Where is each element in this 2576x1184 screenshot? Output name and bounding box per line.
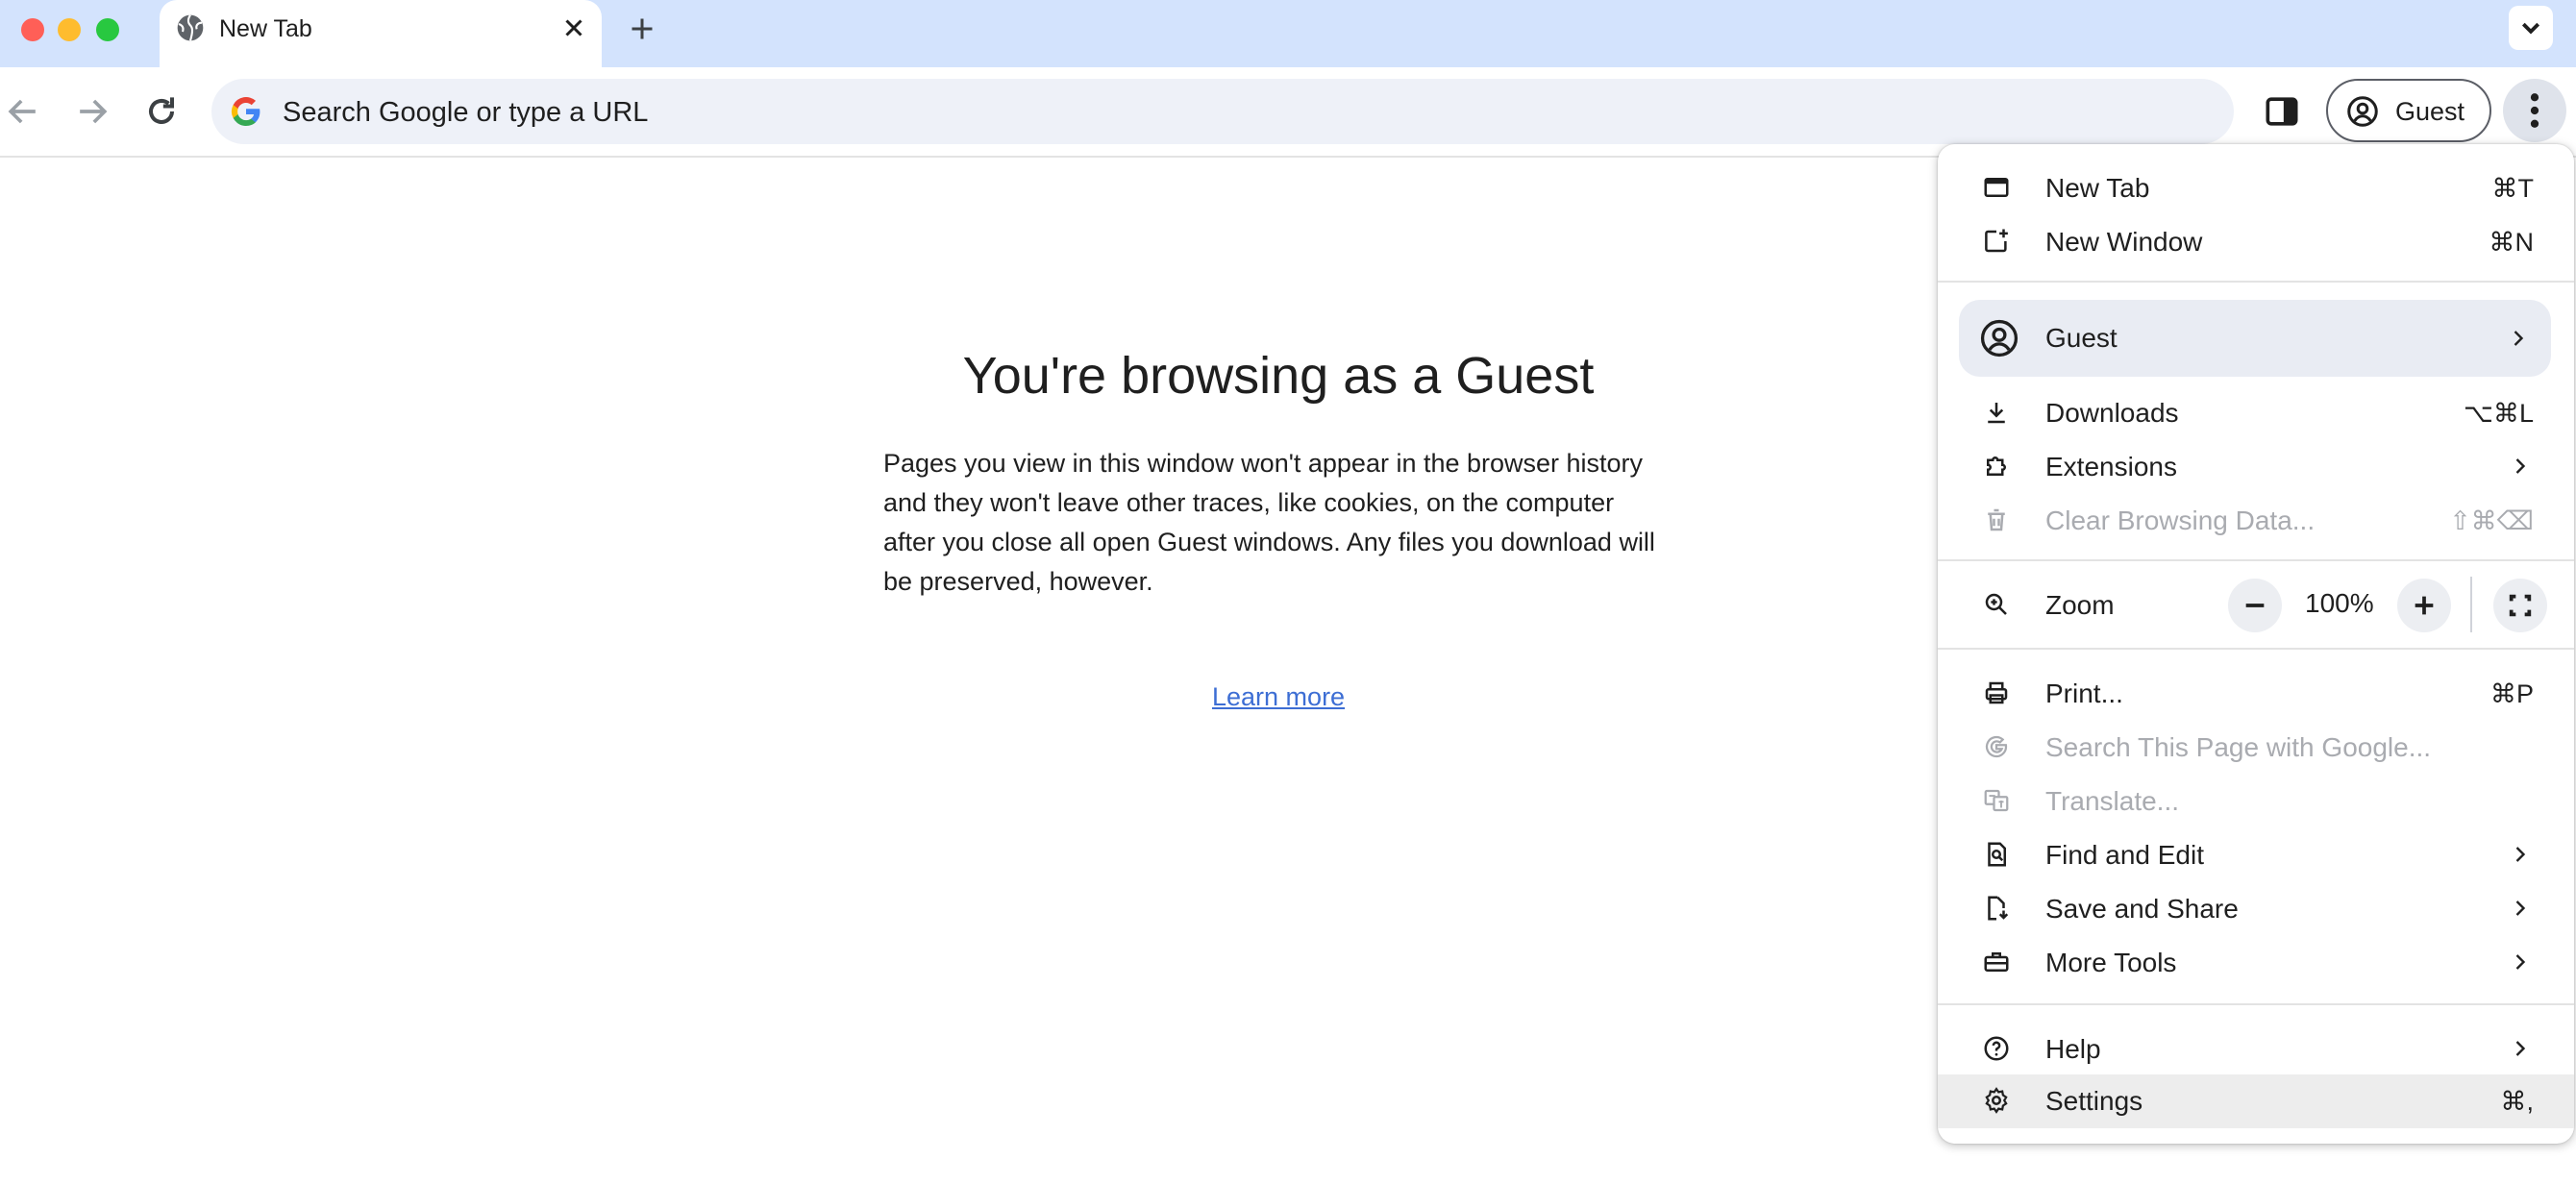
- zoom-in-button[interactable]: [2397, 579, 2451, 632]
- chevron-right-icon: [2507, 1035, 2534, 1062]
- plus-icon: [2415, 596, 2434, 615]
- chevron-right-icon: [2505, 325, 2532, 352]
- zoom-icon: [1982, 590, 2011, 619]
- tab-strip: New Tab: [0, 0, 2576, 67]
- menu-item-label: Find and Edit: [2045, 840, 2204, 870]
- find-page-icon: [1982, 840, 2011, 869]
- fullscreen-icon: [2509, 594, 2532, 617]
- zoom-level: 100%: [2305, 588, 2374, 618]
- menu-item-shortcut: ⌘,: [2500, 1087, 2534, 1116]
- menu-item-find-and-edit[interactable]: Find and Edit: [1938, 828, 2574, 880]
- menu-item-clear-browsing-data[interactable]: Clear Browsing Data... ⇧⌘⌫: [1938, 494, 2574, 546]
- menu-item-label: New Window: [2045, 227, 2203, 257]
- google-g-icon: [229, 94, 263, 129]
- toolbox-icon: [1982, 948, 2011, 976]
- menu-item-search-page-google[interactable]: Search This Page with Google...: [1938, 721, 2574, 773]
- menu-item-shortcut: ⌘N: [2489, 228, 2535, 257]
- profile-icon: [2345, 94, 2380, 129]
- window-minimize-button[interactable]: [58, 18, 81, 41]
- new-tab-plus-icon[interactable]: [625, 12, 659, 46]
- chevron-right-icon: [2507, 949, 2534, 975]
- side-panel-icon[interactable]: [2261, 90, 2303, 133]
- menu-separator: [1938, 281, 2574, 283]
- tab-title: New Tab: [219, 15, 312, 42]
- chrome-main-menu: New Tab ⌘T New Window ⌘N Guest Downloads…: [1938, 144, 2574, 1144]
- zoom-out-button[interactable]: [2228, 579, 2282, 632]
- profile-icon: [1978, 317, 2020, 359]
- trash-icon: [1982, 506, 2011, 534]
- menu-item-shortcut: ⇧⌘⌫: [2449, 506, 2534, 535]
- translate-icon: [1982, 786, 2011, 815]
- menu-item-label: Save and Share: [2045, 894, 2239, 924]
- menu-item-label: Zoom: [2045, 590, 2115, 620]
- menu-item-label: Search This Page with Google...: [2045, 732, 2432, 762]
- menu-item-zoom: Zoom 100%: [1938, 573, 2574, 638]
- menu-item-settings[interactable]: Settings ⌘,: [1938, 1074, 2574, 1128]
- more-menu-button[interactable]: [2503, 79, 2566, 142]
- globe-icon: [175, 12, 206, 43]
- menu-item-label: Translate...: [2045, 786, 2180, 816]
- tab-search-chevron-icon[interactable]: [2509, 6, 2553, 50]
- profile-button[interactable]: Guest: [2326, 79, 2491, 142]
- menu-item-shortcut: ⌘P: [2489, 679, 2534, 708]
- help-icon: [1982, 1034, 2011, 1063]
- chevron-right-icon: [2507, 453, 2534, 480]
- fullscreen-button[interactable]: [2493, 579, 2547, 632]
- back-arrow-icon[interactable]: [2, 90, 44, 133]
- tab-new-tab[interactable]: New Tab: [160, 0, 602, 67]
- chevron-right-icon: [2507, 841, 2534, 868]
- menu-item-label: Guest: [2045, 323, 2118, 353]
- menu-item-label: New Tab: [2045, 173, 2150, 203]
- learn-more-link[interactable]: Learn more: [1212, 682, 1345, 712]
- menu-separator: [1938, 648, 2574, 650]
- menu-item-label: More Tools: [2045, 948, 2177, 977]
- menu-separator: [1938, 1003, 2574, 1005]
- zoom-divider: [2470, 577, 2472, 632]
- menu-item-shortcut: ⌥⌘L: [2463, 399, 2534, 428]
- minus-icon: [2245, 604, 2265, 607]
- tab-close-icon[interactable]: [559, 13, 588, 42]
- omnibox[interactable]: Search Google or type a URL: [211, 79, 2234, 144]
- menu-separator: [1938, 559, 2574, 561]
- menu-item-settings-row: Settings ⌘,: [1938, 1074, 2574, 1126]
- menu-item-translate[interactable]: Translate...: [1938, 775, 2574, 826]
- gear-icon: [1982, 1086, 2011, 1115]
- reload-icon[interactable]: [140, 90, 183, 133]
- guest-description: Pages you view in this window won't appe…: [883, 449, 1655, 596]
- menu-item-new-window[interactable]: New Window ⌘N: [1938, 215, 2574, 267]
- google-g-icon: [1982, 732, 2011, 761]
- menu-item-save-and-share[interactable]: Save and Share: [1938, 882, 2574, 934]
- window-close-button[interactable]: [21, 18, 44, 41]
- omnibox-placeholder: Search Google or type a URL: [283, 97, 649, 128]
- save-share-icon: [1982, 894, 2011, 923]
- menu-item-label: Settings: [2045, 1086, 2143, 1116]
- menu-item-more-tools[interactable]: More Tools: [1938, 936, 2574, 988]
- menu-item-label: Help: [2045, 1034, 2101, 1064]
- new-window-icon: [1982, 227, 2011, 256]
- menu-item-print[interactable]: Print... ⌘P: [1938, 667, 2574, 719]
- menu-item-label: Clear Browsing Data...: [2045, 506, 2316, 535]
- download-icon: [1982, 398, 2011, 427]
- menu-item-label: Downloads: [2045, 398, 2179, 428]
- forward-arrow-icon[interactable]: [71, 90, 113, 133]
- extension-icon: [1982, 452, 2011, 481]
- profile-label: Guest: [2395, 97, 2465, 126]
- menu-item-extensions[interactable]: Extensions: [1938, 440, 2574, 492]
- menu-item-shortcut: ⌘T: [2491, 174, 2535, 203]
- printer-icon: [1982, 678, 2011, 707]
- menu-item-new-tab[interactable]: New Tab ⌘T: [1938, 161, 2574, 213]
- menu-item-help[interactable]: Help: [1938, 1023, 2574, 1074]
- menu-item-downloads[interactable]: Downloads ⌥⌘L: [1938, 386, 2574, 438]
- window-maximize-button[interactable]: [96, 18, 119, 41]
- menu-item-label: Extensions: [2045, 452, 2177, 481]
- three-dots-vertical-icon: [2530, 93, 2539, 128]
- menu-item-guest-profile[interactable]: Guest: [1959, 300, 2551, 377]
- new-tab-icon: [1982, 173, 2011, 202]
- menu-item-label: Print...: [2045, 678, 2123, 708]
- chevron-right-icon: [2507, 895, 2534, 922]
